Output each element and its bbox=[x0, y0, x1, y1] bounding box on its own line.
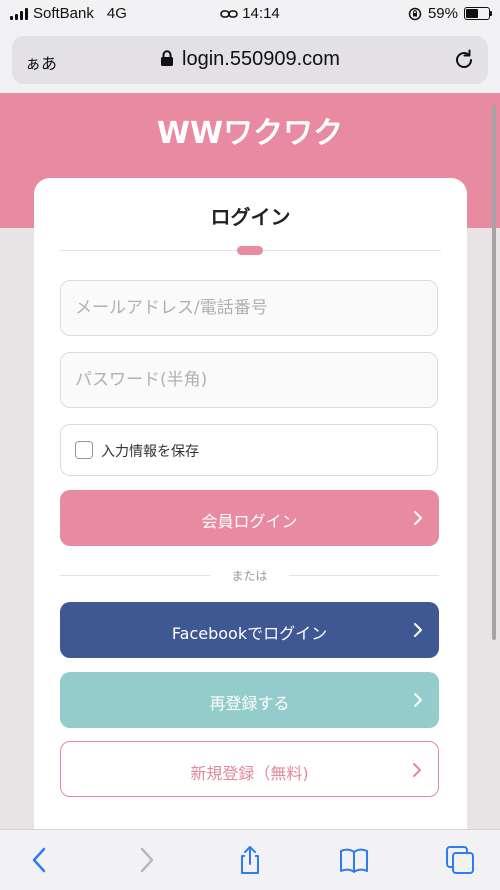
screen-mirroring-icon bbox=[220, 10, 239, 18]
battery-icon bbox=[464, 7, 492, 20]
browser-bar: ぁあ login.550909.com bbox=[0, 28, 500, 93]
status-bar: SoftBank 4G 14:14 59% bbox=[0, 0, 500, 28]
email-input[interactable] bbox=[60, 280, 438, 336]
lock-icon bbox=[161, 50, 174, 66]
battery-level bbox=[466, 9, 478, 18]
or-divider: または bbox=[60, 567, 439, 583]
remember-checkbox[interactable] bbox=[75, 441, 93, 459]
member-login-label: 会員ログイン bbox=[201, 512, 298, 531]
page-scrollbar[interactable] bbox=[492, 105, 496, 640]
tabs-icon[interactable] bbox=[444, 844, 476, 876]
or-text: または bbox=[231, 569, 268, 583]
address-bar[interactable]: ぁあ login.550909.com bbox=[12, 36, 488, 84]
share-icon[interactable] bbox=[234, 844, 266, 876]
chevron-right-icon bbox=[414, 511, 422, 525]
member-login-button[interactable]: 会員ログイン bbox=[60, 490, 439, 546]
title-accent bbox=[237, 246, 263, 255]
reregister-button[interactable]: 再登録する bbox=[60, 672, 439, 728]
url-display[interactable]: login.550909.com bbox=[12, 48, 488, 71]
signup-button[interactable]: 新規登録（無料) bbox=[60, 741, 439, 797]
logo-text: WWワクワク bbox=[157, 116, 343, 151]
orientation-lock-icon bbox=[408, 7, 422, 20]
password-input[interactable] bbox=[60, 352, 438, 408]
status-right: 59% bbox=[408, 5, 492, 22]
chevron-right-icon bbox=[413, 763, 421, 777]
brand-logo: WWワクワク bbox=[157, 116, 343, 151]
back-icon[interactable] bbox=[24, 844, 56, 876]
chevron-right-icon bbox=[414, 693, 422, 707]
battery-percent: 59% bbox=[427, 5, 458, 22]
page-title: ログイン bbox=[210, 205, 291, 229]
browser-toolbar bbox=[0, 829, 500, 890]
facebook-login-button[interactable]: Facebookでログイン bbox=[60, 602, 439, 658]
reload-icon[interactable] bbox=[452, 48, 476, 72]
remember-label: 入力情報を保存 bbox=[101, 444, 199, 460]
reregister-label: 再登録する bbox=[209, 694, 290, 713]
login-card: ログイン 入力情報を保存 会員ログイン または Facebookでログイン 再登… bbox=[34, 178, 467, 858]
facebook-login-label: Facebookでログイン bbox=[171, 624, 328, 643]
bookmarks-icon[interactable] bbox=[338, 844, 370, 876]
clock: 14:14 bbox=[242, 5, 280, 22]
forward-icon[interactable] bbox=[130, 844, 162, 876]
chevron-right-icon bbox=[414, 623, 422, 637]
remember-row[interactable]: 入力情報を保存 bbox=[60, 424, 438, 476]
signup-label: 新規登録（無料) bbox=[190, 764, 309, 783]
url-text: login.550909.com bbox=[182, 48, 340, 70]
